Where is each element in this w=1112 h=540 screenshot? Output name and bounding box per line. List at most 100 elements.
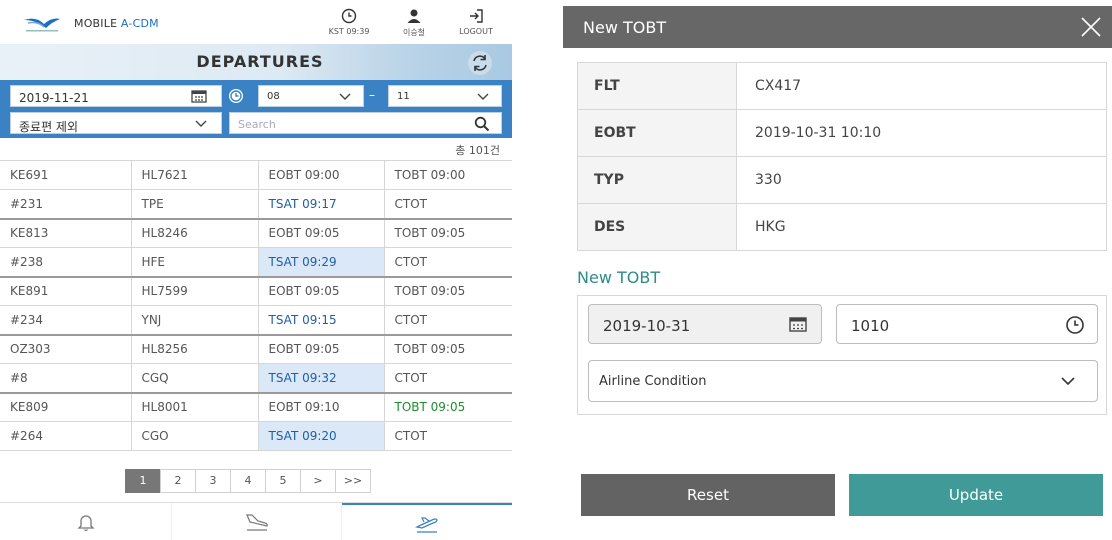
info-key: DES: [577, 203, 737, 251]
info-row: EOBT 2019-10-31 10:10: [577, 109, 1107, 157]
bell-icon: [76, 515, 95, 532]
dialog-header: New TOBT: [563, 6, 1112, 48]
clock-icon: [341, 8, 357, 24]
search-icon[interactable]: [474, 116, 490, 132]
user-icon: [407, 9, 421, 23]
update-button[interactable]: Update: [849, 474, 1103, 516]
tobt-time-input[interactable]: 1010: [836, 304, 1098, 344]
page-button-1[interactable]: 1: [125, 469, 161, 493]
table-cell: TPE: [130, 189, 259, 219]
arrival-icon: [245, 514, 268, 531]
info-value: 2019-10-31 10:10: [736, 109, 1107, 157]
info-row: DES HKG: [577, 203, 1107, 251]
table-row[interactable]: KE809 HL8001 EOBT 09:10 TOBT 09:05: [0, 391, 512, 422]
table-cell: HL8001: [130, 391, 259, 422]
table-cell: TSAT 09:17: [257, 189, 385, 219]
reset-button[interactable]: Reset: [581, 474, 835, 516]
result-count: 총 101건: [455, 144, 500, 157]
flight-table: KE691 HL7621 EOBT 09:00 TOBT 09:00 #231 TPE TS…: [0, 160, 512, 451]
table-cell: EOBT 09:05: [257, 333, 385, 364]
table-cell: #238: [0, 247, 132, 277]
table-row[interactable]: #231 TPE TSAT 09:17 CTOT: [0, 189, 512, 219]
tobt-date-input[interactable]: 2019-10-31: [588, 304, 822, 344]
search-input[interactable]: Search: [229, 112, 502, 134]
exclusion-value: 종료편 제외: [19, 120, 79, 134]
table-cell: TOBT 09:05: [383, 275, 512, 306]
table-cell: HL8256: [130, 333, 259, 364]
table-cell: CTOT: [383, 363, 512, 393]
table-cell: TOBT 09:05: [383, 391, 512, 422]
departure-icon: [415, 517, 438, 533]
user-label: 이승철: [402, 28, 426, 37]
search-placeholder: Search: [238, 118, 276, 131]
from-hour-value: 08: [267, 91, 280, 102]
table-cell: CGQ: [130, 363, 259, 393]
calendar-icon: [191, 90, 207, 103]
nav-tab-departures[interactable]: [342, 503, 512, 540]
info-value: 330: [736, 156, 1107, 204]
page-button-5[interactable]: 5: [265, 469, 301, 493]
to-hour-value: 11: [397, 91, 410, 102]
info-row: TYP 330: [577, 156, 1107, 204]
table-cell: KE813: [0, 217, 132, 248]
nav-tab-arrivals[interactable]: [172, 503, 342, 540]
tobt-date-value: 2019-10-31: [603, 317, 691, 335]
condition-value: Airline Condition: [599, 374, 707, 389]
table-cell: TOBT 09:00: [383, 160, 512, 190]
table-cell: KE891: [0, 275, 132, 306]
condition-select[interactable]: Airline Condition: [588, 360, 1098, 402]
clock-icon[interactable]: [1065, 315, 1085, 335]
page-button-2[interactable]: 2: [160, 469, 196, 493]
table-cell: #264: [0, 421, 132, 451]
chevron-down-icon: [195, 120, 207, 127]
table-row[interactable]: KE891 HL7599 EOBT 09:05 TOBT 09:05: [0, 275, 512, 306]
table-cell: HL7599: [130, 275, 259, 306]
chevron-down-icon: [339, 93, 351, 100]
table-cell: TSAT 09:20: [257, 421, 385, 451]
tobt-time-value: 1010: [851, 317, 890, 335]
logout-button[interactable]: LOGOUT: [446, 8, 506, 36]
table-cell: #234: [0, 305, 132, 335]
page-header: DEPARTURES: [0, 44, 512, 80]
table-cell: CTOT: [383, 421, 512, 451]
table-row[interactable]: OZ303 HL8256 EOBT 09:05 TOBT 09:05: [0, 333, 512, 364]
table-cell: TOBT 09:05: [383, 333, 512, 364]
user-button[interactable]: 이승철: [384, 8, 444, 38]
top-bar: MOBILE A-CDM KST 09:39 이승철 LOGOUT: [0, 0, 512, 44]
nav-tab-alerts[interactable]: [0, 503, 172, 540]
table-row[interactable]: #238 HFE TSAT 09:29 CTOT: [0, 247, 512, 277]
table-cell: TSAT 09:32: [257, 363, 385, 393]
range-separator: –: [369, 88, 375, 102]
page-button-3[interactable]: 3: [195, 469, 231, 493]
table-row[interactable]: #8 CGQ TSAT 09:32 CTOT: [0, 363, 512, 393]
table-row[interactable]: #234 YNJ TSAT 09:15 CTOT: [0, 305, 512, 335]
table-row[interactable]: #264 CGO TSAT 09:20 CTOT: [0, 421, 512, 451]
close-icon[interactable]: [1080, 16, 1102, 38]
clock-label: KST 09:39: [328, 27, 370, 36]
info-row: FLT CX417: [577, 62, 1107, 110]
bottom-nav: [0, 502, 512, 540]
last-page-button[interactable]: >>: [335, 469, 371, 493]
exclusion-select[interactable]: 종료편 제외: [10, 112, 222, 134]
table-cell: CTOT: [383, 247, 512, 277]
calendar-icon[interactable]: [789, 316, 807, 332]
page-button-4[interactable]: 4: [230, 469, 266, 493]
time-range-clock-icon: [229, 89, 243, 103]
new-tobt-dialog: New TOBT FLT CX417 EOBT 2019-10-31 10:10 TYP…: [563, 6, 1112, 540]
table-cell: TSAT 09:29: [257, 247, 385, 277]
date-filter[interactable]: 2019-11-21: [10, 85, 222, 107]
from-hour-select[interactable]: 08: [258, 85, 364, 107]
table-cell: HL8246: [130, 217, 259, 248]
table-row[interactable]: KE691 HL7621 EOBT 09:00 TOBT 09:00: [0, 160, 512, 190]
departures-screen: MOBILE A-CDM KST 09:39 이승철 LOGOUT DEPART…: [0, 0, 512, 540]
table-cell: CGO: [130, 421, 259, 451]
table-cell: HFE: [130, 247, 259, 277]
refresh-icon[interactable]: [467, 50, 493, 76]
table-cell: OZ303: [0, 333, 132, 364]
to-hour-select[interactable]: 11: [388, 85, 502, 107]
table-row[interactable]: KE813 HL8246 EOBT 09:05 TOBT 09:05: [0, 217, 512, 248]
pagination: 1 2 3 4 5 > >>: [125, 469, 371, 493]
next-page-button[interactable]: >: [300, 469, 336, 493]
clock-indicator: KST 09:39: [319, 8, 379, 36]
table-cell: CTOT: [383, 305, 512, 335]
